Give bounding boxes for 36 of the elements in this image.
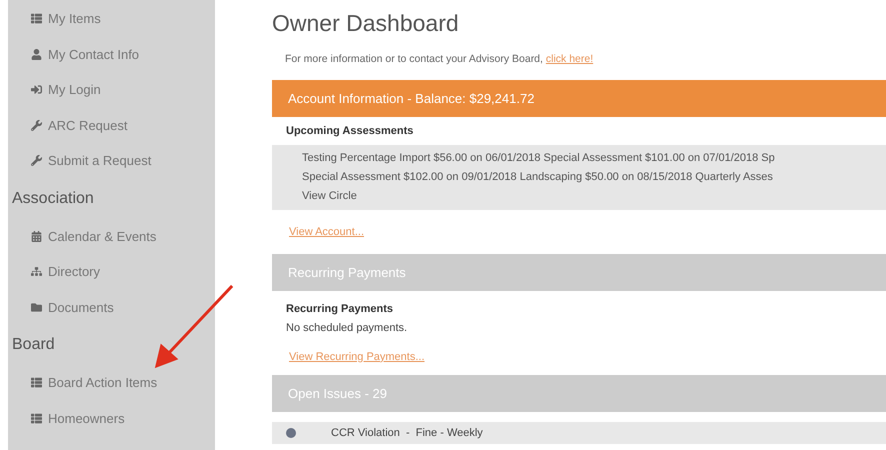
- assessment-line: View Circle: [302, 189, 358, 204]
- sidebar-item[interactable]: Board Action Items: [31, 373, 158, 392]
- view-recurring-link[interactable]: View Recurring Payments...: [289, 348, 425, 366]
- sidebar-item[interactable]: Calendar & Events: [31, 226, 156, 246]
- sidebar-item[interactable]: ARC Request: [31, 116, 128, 135]
- sidebar-item[interactable]: Submit a Request: [31, 151, 152, 170]
- sidebar-item[interactable]: Documents: [31, 298, 114, 317]
- issue-row[interactable]: CCR Violation - Fine - Weekly: [272, 422, 886, 444]
- sidebar-heading: Board: [12, 335, 55, 355]
- list-icon: [31, 13, 42, 24]
- wrench-icon: [31, 155, 42, 166]
- intro-text: For more information or to contact your Advisory Board, click here!: [272, 45, 886, 75]
- view-account-link[interactable]: View Account...: [289, 224, 364, 240]
- sidebar-item[interactable]: Directory: [31, 262, 100, 282]
- list-icon: [31, 412, 42, 424]
- section-subheading: Upcoming Assessments: [285, 124, 414, 139]
- assessment-line: Special Assessment $102.00 on 09/01/2018 Landscaping $50.00 on 08/15/2018 Quarterly Asses: [302, 170, 774, 185]
- issue-label: CCR Violation - Fine - Weekly: [331, 426, 483, 441]
- section-subheading: Recurring Payments: [285, 302, 394, 316]
- click-here-link[interactable]: click here!: [546, 52, 594, 68]
- assessment-line: Testing Percentage Import $56.00 on 06/01/2018 Special Assessment $101.00 on 07/01/2018 Sp: [302, 151, 776, 166]
- sidebar-heading: Association: [12, 188, 94, 208]
- wrench-icon: [31, 120, 42, 131]
- list-icon: [31, 377, 42, 388]
- sign-in-icon: [31, 84, 42, 96]
- sidebar-item[interactable]: My Items: [31, 9, 101, 28]
- payments-message: No scheduled payments.: [285, 320, 408, 336]
- user-icon: [31, 48, 42, 60]
- sidebar-item[interactable]: My Contact Info: [31, 44, 140, 64]
- calendar-icon: [31, 230, 42, 242]
- sitemap-icon: [31, 266, 42, 278]
- account-header: Account Information - Balance: $29,241.72: [272, 80, 886, 117]
- sidebar-item[interactable]: My Login: [31, 80, 101, 100]
- page-title: Owner Dashboard: [272, 8, 460, 38]
- sidebar-item[interactable]: Homeowners: [31, 408, 125, 428]
- folder-icon: [31, 302, 42, 313]
